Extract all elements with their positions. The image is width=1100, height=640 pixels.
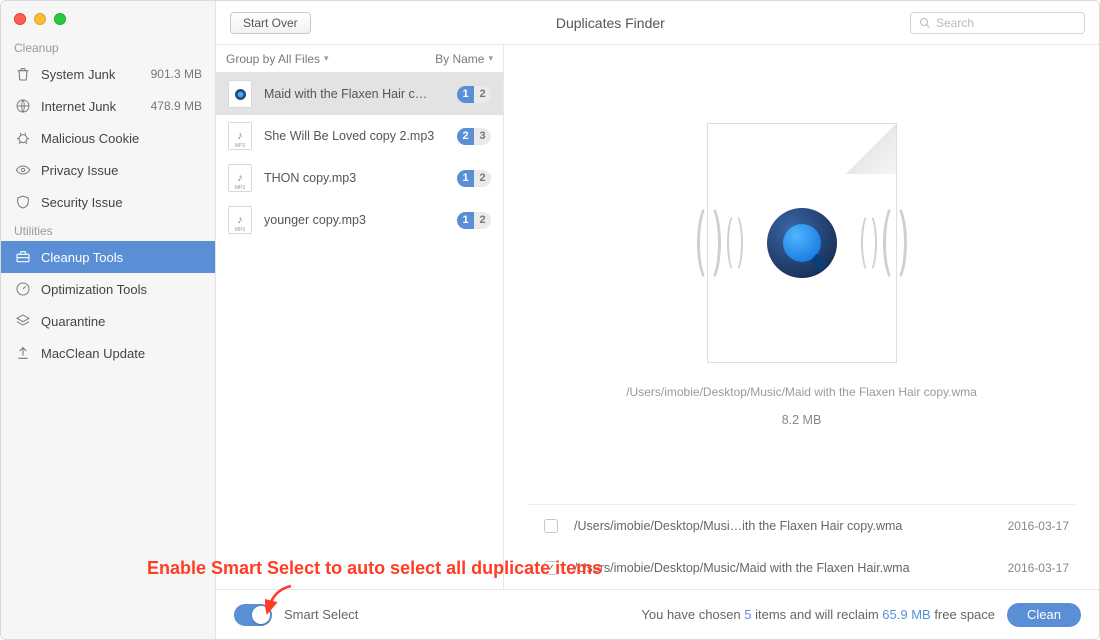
toolbar: Start Over Duplicates Finder Search (216, 1, 1099, 45)
sidebar-item-label: Quarantine (41, 314, 105, 329)
gauge-icon (14, 281, 31, 298)
upload-icon (14, 345, 31, 362)
bug-icon (14, 130, 31, 147)
group-by-dropdown[interactable]: Group by All Files▾ (226, 52, 329, 66)
duplicate-path: /Users/imobie/Desktop/Music/Maid with th… (574, 561, 1008, 575)
duplicate-count-badge: 12 (457, 170, 491, 187)
file-size: 8.2 MB (782, 413, 822, 427)
list-item[interactable]: ♪ THON copy.mp3 12 (216, 157, 503, 199)
sidebar-item-label: Cleanup Tools (41, 250, 123, 265)
sidebar-item-optimization-tools[interactable]: Optimization Tools (1, 273, 215, 305)
sidebar-item-label: Internet Junk (41, 99, 116, 114)
search-input[interactable]: Search (910, 12, 1085, 34)
sidebar-item-internet-junk[interactable]: Internet Junk 478.9 MB (1, 90, 215, 122)
sidebar-item-label: Privacy Issue (41, 163, 118, 178)
sidebar-item-quarantine[interactable]: Quarantine (1, 305, 215, 337)
sidebar-item-label: Security Issue (41, 195, 123, 210)
duplicate-checkbox[interactable] (544, 519, 558, 533)
app-window: Cleanup System Junk 901.3 MB Internet Junk 4… (0, 0, 1100, 640)
list-item[interactable]: ♪ younger copy.mp3 12 (216, 199, 503, 241)
sidebar: Cleanup System Junk 901.3 MB Internet Junk 4… (1, 1, 216, 639)
annotation-arrow-icon (265, 584, 295, 616)
sort-by-dropdown[interactable]: By Name▾ (435, 52, 493, 66)
duplicate-row: ✓/Users/imobie/Desktop/Music/Maid with t… (528, 547, 1075, 589)
list-item-name: Maid with the Flaxen Hair c… (264, 87, 451, 101)
duplicate-group-list: Group by All Files▾ By Name▾ Maid with t… (216, 45, 504, 589)
duplicate-count-badge: 23 (457, 128, 491, 145)
sidebar-item-label: System Junk (41, 67, 115, 82)
list-item-name: younger copy.mp3 (264, 213, 451, 227)
content: Group by All Files▾ By Name▾ Maid with t… (216, 45, 1099, 589)
sidebar-item-label: Malicious Cookie (41, 131, 139, 146)
window-title: Duplicates Finder (325, 15, 896, 31)
wma-file-icon (228, 80, 252, 108)
duplicate-count-badge: 12 (457, 212, 491, 229)
zoom-window-button[interactable] (54, 13, 66, 25)
sidebar-item-security-issue[interactable]: Security Issue (1, 186, 215, 218)
sidebar-item-system-junk[interactable]: System Junk 901.3 MB (1, 58, 215, 90)
shield-icon (14, 194, 31, 211)
list-item[interactable]: Maid with the Flaxen Hair c… 12 (216, 73, 503, 115)
duplicate-path: /Users/imobie/Desktop/Musi…ith the Flaxe… (574, 519, 1008, 533)
duplicate-date: 2016-03-17 (1008, 561, 1075, 575)
sidebar-item-label: Optimization Tools (41, 282, 147, 297)
start-over-button[interactable]: Start Over (230, 12, 311, 34)
main-pane: Start Over Duplicates Finder Search Grou… (216, 1, 1099, 639)
sidebar-section-header: Utilities (1, 218, 215, 241)
duplicate-count-badge: 12 (457, 86, 491, 103)
list-header: Group by All Files▾ By Name▾ (216, 45, 503, 73)
close-window-button[interactable] (14, 13, 26, 25)
list-item[interactable]: ♪ She Will Be Loved copy 2.mp3 23 (216, 115, 503, 157)
mp3-file-icon: ♪ (228, 206, 252, 234)
smart-select-label: Smart Select (284, 607, 358, 622)
mp3-file-icon: ♪ (228, 164, 252, 192)
trash-icon (14, 66, 31, 83)
footer-bar: Smart Select You have chosen 5 items and… (216, 589, 1099, 639)
selection-summary: You have chosen 5 items and will reclaim… (370, 607, 995, 622)
globe-icon (14, 98, 31, 115)
sidebar-section-header: Cleanup (1, 35, 215, 58)
file-path: /Users/imobie/Desktop/Music/Maid with th… (626, 385, 977, 399)
duplicate-date: 2016-03-17 (1008, 519, 1075, 533)
sidebar-item-label: MacClean Update (41, 346, 145, 361)
minimize-window-button[interactable] (34, 13, 46, 25)
detail-pane: /Users/imobie/Desktop/Music/Maid with th… (504, 45, 1099, 589)
quicktime-file-icon (707, 123, 897, 363)
layers-icon (14, 313, 31, 330)
toolbox-icon (14, 249, 31, 266)
sidebar-item-malicious-cookie[interactable]: Malicious Cookie (1, 122, 215, 154)
sidebar-item-privacy-issue[interactable]: Privacy Issue (1, 154, 215, 186)
sidebar-item-macclean-update[interactable]: MacClean Update (1, 337, 215, 369)
sidebar-item-size: 901.3 MB (151, 67, 202, 81)
duplicate-file-list: /Users/imobie/Desktop/Musi…ith the Flaxe… (528, 504, 1075, 589)
duplicate-row: /Users/imobie/Desktop/Musi…ith the Flaxe… (528, 505, 1075, 547)
eye-icon (14, 162, 31, 179)
sidebar-item-size: 478.9 MB (151, 99, 202, 113)
mp3-file-icon: ♪ (228, 122, 252, 150)
search-icon (919, 17, 931, 29)
list-item-name: THON copy.mp3 (264, 171, 451, 185)
annotation-callout: Enable Smart Select to auto select all d… (147, 558, 602, 579)
sidebar-item-cleanup-tools[interactable]: Cleanup Tools (1, 241, 215, 273)
list-item-name: She Will Be Loved copy 2.mp3 (264, 129, 451, 143)
file-preview: /Users/imobie/Desktop/Music/Maid with th… (528, 65, 1075, 484)
clean-button[interactable]: Clean (1007, 603, 1081, 627)
window-controls (1, 1, 215, 35)
